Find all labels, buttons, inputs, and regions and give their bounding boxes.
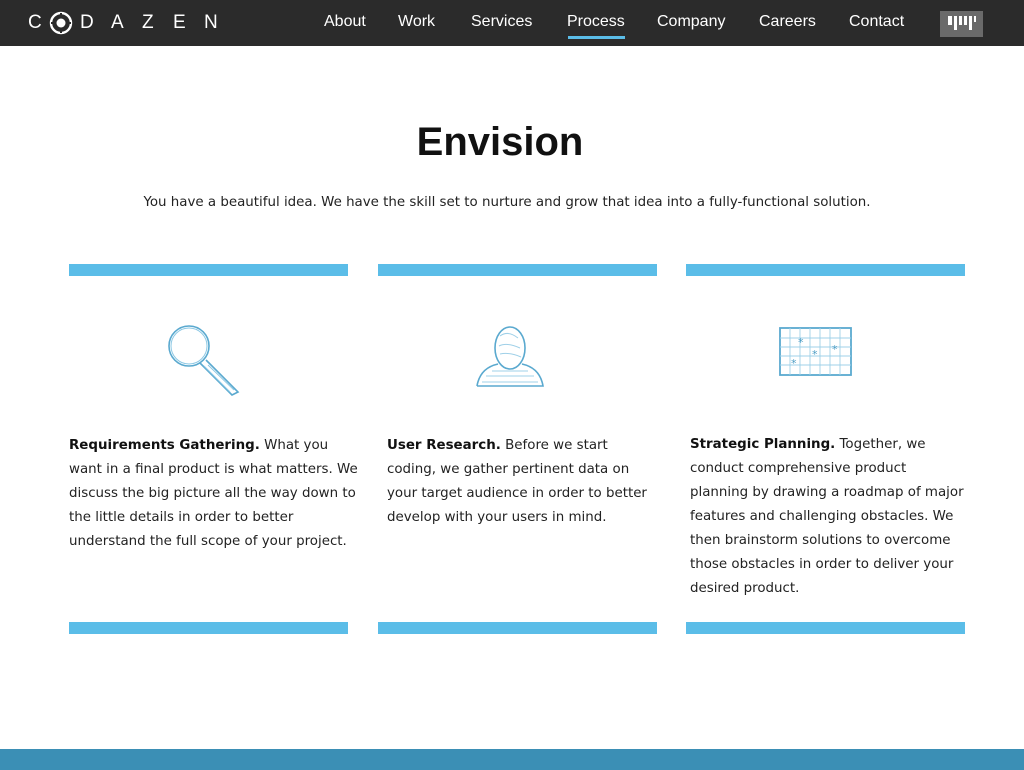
- card-top-bar: [69, 264, 348, 276]
- top-navigation-bar: C D A Z E N About Work Services Process …: [0, 0, 1024, 46]
- card-user-research: User Research. Before we start coding, w…: [387, 434, 655, 530]
- page-title: Envision: [416, 120, 584, 164]
- logo-letter: Z: [142, 12, 154, 33]
- logo-mark-icon: [49, 11, 73, 35]
- codazen-logo[interactable]: C D A Z E N: [28, 11, 235, 35]
- svg-text:*: *: [832, 343, 838, 356]
- svg-text:*: *: [798, 336, 804, 349]
- logo-letter: N: [204, 12, 218, 33]
- page-subtitle: You have a beautiful idea. We have the s…: [143, 195, 871, 210]
- logo-letter: A: [111, 12, 124, 33]
- card-heading: User Research.: [387, 438, 501, 453]
- card-body: Together, we conduct comprehensive produ…: [690, 437, 964, 596]
- nav-services[interactable]: Services: [471, 13, 532, 31]
- nav-process[interactable]: Process: [567, 13, 625, 39]
- svg-text:*: *: [791, 357, 797, 370]
- svg-text:*: *: [812, 348, 818, 361]
- menu-button[interactable]: [940, 11, 983, 37]
- nav-company[interactable]: Company: [657, 13, 725, 31]
- nav-careers[interactable]: Careers: [759, 13, 816, 31]
- logo-letter: D: [80, 12, 94, 33]
- nav-about[interactable]: About: [324, 13, 366, 31]
- card-bottom-bar: [69, 622, 348, 634]
- nav-contact[interactable]: Contact: [849, 13, 904, 31]
- card-requirements-gathering: Requirements Gathering. What you want in…: [69, 434, 359, 554]
- card-bottom-bar: [378, 622, 657, 634]
- card-heading: Requirements Gathering.: [69, 438, 260, 453]
- card-strategic-planning: Strategic Planning. Together, we conduct…: [690, 433, 965, 601]
- user-silhouette-icon: [476, 326, 544, 387]
- card-top-bar: [686, 264, 965, 276]
- card-body: What you want in a final product is what…: [69, 438, 358, 549]
- card-bottom-bar: [686, 622, 965, 634]
- nav-work[interactable]: Work: [398, 13, 435, 31]
- footer-band: [0, 749, 1024, 770]
- star-map-icon: * * * *: [779, 327, 852, 376]
- magnifying-glass-icon: [168, 325, 240, 396]
- barcode-menu-icon: [948, 16, 976, 30]
- card-heading: Strategic Planning.: [690, 437, 836, 452]
- card-top-bar: [378, 264, 657, 276]
- logo-letter: E: [173, 12, 186, 33]
